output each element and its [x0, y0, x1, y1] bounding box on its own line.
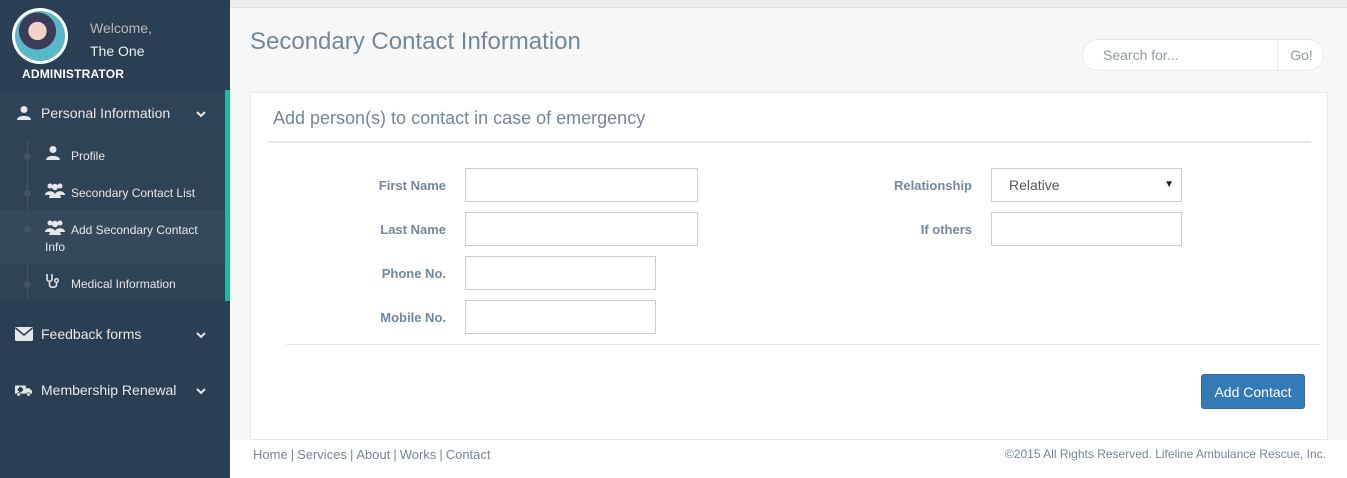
sidebar-item-medical-information[interactable]: Medical Information: [0, 269, 225, 299]
user-role: ADMINISTRATOR: [22, 67, 125, 81]
mobile-label: Mobile No.: [380, 310, 446, 325]
menu-label: Personal Information: [41, 105, 171, 121]
last-name-field[interactable]: [465, 212, 698, 246]
relationship-select[interactable]: Relative ▼: [991, 168, 1182, 202]
divider: [286, 344, 1320, 345]
sidebar-item-label: Info: [45, 240, 66, 254]
phone-field[interactable]: [465, 256, 656, 290]
separator: |: [349, 447, 354, 462]
users-icon: [45, 219, 65, 235]
caret-down-icon: ▼: [1164, 179, 1174, 190]
page-title: Secondary Contact Information: [250, 28, 581, 55]
last-name-label: Last Name: [380, 222, 446, 237]
user-icon: [45, 145, 65, 161]
sidebar-item-secondary-contact-list[interactable]: Secondary Contact List: [0, 178, 225, 208]
if-others-label: If others: [920, 222, 972, 237]
sidebar-item-label: Medical Information: [71, 277, 176, 291]
menu-personal-information[interactable]: Personal Information: [0, 93, 230, 133]
users-icon: [45, 182, 65, 198]
chevron-down-icon: [195, 384, 207, 396]
relationship-selected-value: Relative: [1009, 177, 1060, 193]
sidebar: Welcome, The One ADMINISTRATOR Personal …: [0, 0, 230, 478]
footer-link-services[interactable]: Services: [297, 447, 347, 462]
footer-link-contact[interactable]: Contact: [446, 447, 491, 462]
menu-feedback-forms[interactable]: Feedback forms: [0, 314, 230, 354]
search-input[interactable]: [1083, 40, 1277, 70]
mobile-field[interactable]: [465, 300, 656, 334]
footer: Home | Services | About | Works | Contact ©2015 …: [230, 440, 1347, 478]
menu-label: Feedback forms: [41, 326, 142, 342]
separator: |: [393, 447, 397, 462]
top-nav-bar: [230, 0, 1347, 8]
phone-label: Phone No.: [381, 266, 446, 281]
sidebar-item-label: Add Secondary Contact: [71, 223, 198, 237]
contact-form-panel: Add person(s) to contact in case of emer…: [250, 92, 1328, 440]
separator: |: [290, 447, 295, 462]
footer-link-home[interactable]: Home: [253, 447, 288, 462]
first-name-label: First Name: [378, 178, 446, 193]
first-name-field[interactable]: [465, 168, 698, 202]
search-go-button[interactable]: Go!: [1277, 40, 1323, 70]
divider: [268, 141, 1311, 143]
relationship-label: Relationship: [893, 178, 972, 193]
separator: |: [439, 447, 443, 462]
welcome-text: Welcome,: [90, 20, 152, 36]
user-name: The One: [90, 43, 145, 59]
chevron-down-icon: [195, 107, 207, 119]
chevron-down-icon: [195, 328, 207, 340]
ambulance-icon: [15, 382, 33, 398]
menu-membership-renewal[interactable]: Membership Renewal: [0, 370, 230, 410]
sidebar-item-add-secondary-contact[interactable]: Add Secondary Contact Info: [0, 210, 225, 264]
footer-link-about[interactable]: About: [356, 447, 390, 462]
sidebar-item-label: Secondary Contact List: [71, 186, 196, 200]
panel-title: Add person(s) to contact in case of emer…: [273, 108, 646, 128]
footer-links: Home | Services | About | Works | Contact: [253, 447, 491, 462]
footer-link-works[interactable]: Works: [400, 447, 437, 462]
if-others-field[interactable]: [991, 212, 1182, 246]
stethoscope-icon: [45, 273, 65, 289]
add-contact-button[interactable]: Add Contact: [1201, 374, 1305, 409]
user-icon: [15, 105, 33, 121]
profile-panel: Welcome, The One ADMINISTRATOR: [0, 0, 230, 90]
sidebar-item-profile[interactable]: Profile: [0, 141, 225, 171]
menu-label: Membership Renewal: [41, 382, 177, 398]
search-group: Go!: [1082, 39, 1324, 71]
copyright-text: ©2015 All Rights Reserved. Lifeline Ambu…: [1004, 447, 1326, 461]
sidebar-item-label: Profile: [71, 149, 106, 163]
avatar[interactable]: [12, 8, 68, 64]
envelope-icon: [15, 326, 33, 342]
